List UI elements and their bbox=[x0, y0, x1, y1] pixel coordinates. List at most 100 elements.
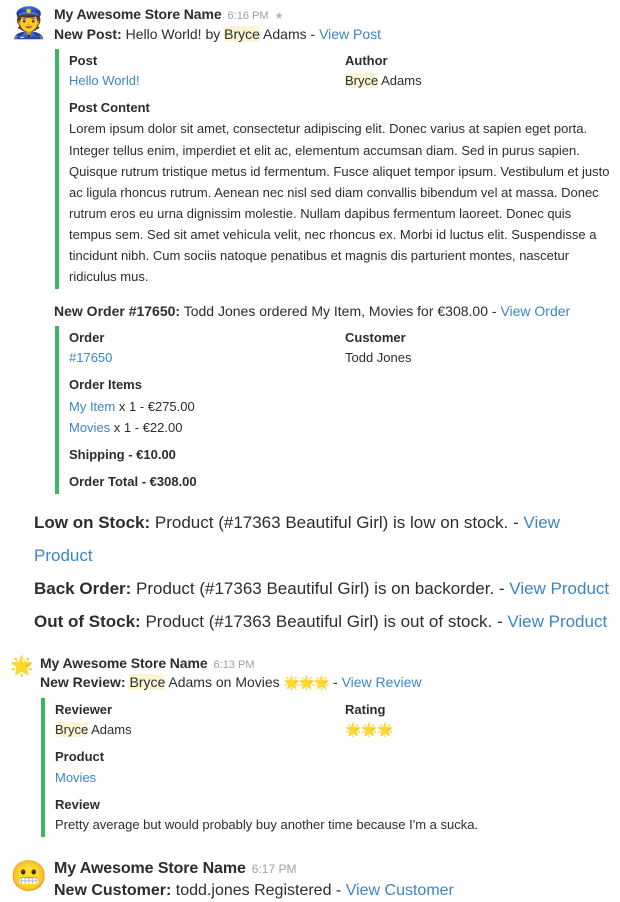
order-items-block: Order Items My Item x 1 - €275.00 Movies… bbox=[69, 375, 610, 492]
post-field-author: Author Bryce Adams bbox=[345, 51, 610, 91]
post-author-highlight: Bryce bbox=[224, 26, 260, 42]
post-headline-text-after: Adams - bbox=[260, 26, 319, 42]
order-fields-row: Order #17650 Customer Todd Jones bbox=[69, 328, 610, 368]
order-item-qty-price: x 1 - €275.00 bbox=[115, 399, 195, 414]
view-post-link[interactable]: View Post bbox=[319, 26, 381, 42]
customer-header: My Awesome Store Name 6:17 PM bbox=[54, 859, 610, 879]
message-body: My Awesome Store Name 6:16 PM ★ New Post… bbox=[54, 6, 610, 494]
notice-low-on-stock: Low on Stock: Product (#17363 Beautiful … bbox=[34, 506, 610, 572]
post-field-post: Post Hello World! bbox=[69, 51, 345, 91]
order-item-qty-price: x 1 - €22.00 bbox=[110, 420, 182, 435]
post-fields-row: Post Hello World! Author Bryce Adams bbox=[69, 51, 610, 91]
post-attachment: Post Hello World! Author Bryce Adams Pos… bbox=[55, 49, 610, 289]
notice-back-order: Back Order: Product (#17363 Beautiful Gi… bbox=[34, 572, 610, 605]
post-headline-text: Hello World! by bbox=[122, 26, 224, 42]
order-total: Order Total - €308.00 bbox=[69, 472, 610, 492]
timestamp: 6:13 PM bbox=[214, 659, 255, 673]
reviewer-name-highlight: Bryce bbox=[55, 722, 88, 737]
review-product-link[interactable]: Movies bbox=[55, 768, 610, 788]
police-officer-emoji: 👮 bbox=[10, 6, 46, 42]
view-review-link[interactable]: View Review bbox=[342, 674, 422, 690]
timestamp: 6:17 PM bbox=[252, 862, 297, 877]
reviewer-highlight: Bryce bbox=[129, 674, 165, 690]
review-headline-text-after: - bbox=[329, 674, 341, 690]
post-field-value-link[interactable]: Hello World! bbox=[69, 71, 345, 91]
author-rest: Adams bbox=[378, 73, 421, 88]
post-field-label: Post bbox=[69, 51, 345, 71]
stock-notices: Low on Stock: Product (#17363 Beautiful … bbox=[0, 494, 620, 641]
order-item-link[interactable]: My Item bbox=[69, 399, 115, 414]
reviewer-value: Bryce Adams bbox=[55, 720, 345, 740]
timestamp: 6:16 PM bbox=[228, 10, 269, 24]
notice-label: Out of Stock: bbox=[34, 612, 141, 631]
post-content-block: Post Content Lorem ipsum dolor sit amet,… bbox=[69, 98, 610, 287]
review-field-reviewer: Reviewer Bryce Adams bbox=[55, 700, 345, 740]
notice-text: Product (#17363 Beautiful Girl) is out o… bbox=[141, 612, 508, 631]
message-header: My Awesome Store Name 6:16 PM ★ bbox=[54, 6, 610, 24]
author-highlight: Bryce bbox=[345, 73, 378, 88]
notice-label: Low on Stock: bbox=[34, 513, 150, 532]
star-icon[interactable]: ★ bbox=[275, 12, 284, 22]
message-new-customer: 😬 My Awesome Store Name 6:17 PM New Cust… bbox=[0, 857, 620, 902]
author-field-value: Bryce Adams bbox=[345, 71, 610, 91]
notice-text: Product (#17363 Beautiful Girl) is on ba… bbox=[131, 579, 509, 598]
review-body: My Awesome Store Name 6:13 PM New Review… bbox=[40, 655, 610, 837]
order-item-link[interactable]: Movies bbox=[69, 420, 110, 435]
notice-label: Back Order: bbox=[34, 579, 131, 598]
review-field-rating: Rating 🌟🌟🌟 bbox=[345, 700, 610, 740]
customer-headline: New Customer: todd.jones Registered - Vi… bbox=[54, 879, 610, 902]
notice-text: Product (#17363 Beautiful Girl) is low o… bbox=[150, 513, 523, 532]
customer-body: My Awesome Store Name 6:17 PM New Custom… bbox=[54, 859, 610, 902]
post-content-paragraph: Lorem ipsum dolor sit amet, consectetur … bbox=[69, 118, 610, 286]
order-shipping: Shipping - €10.00 bbox=[69, 445, 610, 465]
notification-feed: 👮 My Awesome Store Name 6:16 PM ★ New Po… bbox=[0, 0, 620, 902]
customer-headline-text: todd.jones Registered - bbox=[171, 882, 345, 899]
glowing-star-emoji: 🌟 bbox=[10, 655, 34, 679]
review-header: My Awesome Store Name 6:13 PM bbox=[40, 655, 610, 673]
post-headline: New Post: Hello World! by Bryce Adams - … bbox=[54, 24, 610, 44]
review-headline-text: Adams on Movies bbox=[165, 674, 283, 690]
customer-headline-label: New Customer: bbox=[54, 882, 171, 899]
view-product-link[interactable]: View Product bbox=[507, 612, 607, 631]
customer-field-value: Todd Jones bbox=[345, 348, 610, 368]
post-headline-label: New Post: bbox=[54, 26, 122, 42]
order-headline-text: Todd Jones ordered My Item, Movies for €… bbox=[180, 303, 500, 319]
reviewer-label: Reviewer bbox=[55, 700, 345, 720]
order-attachment: Order #17650 Customer Todd Jones Order I… bbox=[55, 326, 610, 494]
post-content-label: Post Content bbox=[69, 98, 610, 118]
message-new-review: 🌟 My Awesome Store Name 6:13 PM New Revi… bbox=[0, 653, 620, 837]
review-text-value: Pretty average but would probably buy an… bbox=[55, 815, 610, 835]
view-order-link[interactable]: View Order bbox=[500, 303, 570, 319]
rating-stars-icon: 🌟🌟🌟 bbox=[345, 720, 610, 740]
customer-field-label: Customer bbox=[345, 328, 610, 348]
review-text-label: Review bbox=[55, 795, 610, 815]
rating-stars-icon: 🌟🌟🌟 bbox=[284, 675, 330, 690]
author-name: My Awesome Store Name bbox=[54, 859, 246, 879]
review-headline-label: New Review: bbox=[40, 674, 126, 690]
review-attachment: Reviewer Bryce Adams Rating 🌟🌟🌟 Product … bbox=[41, 698, 610, 837]
order-items-label: Order Items bbox=[69, 375, 610, 395]
notice-out-of-stock: Out of Stock: Product (#17363 Beautiful … bbox=[34, 605, 610, 638]
review-product-block: Product Movies bbox=[55, 747, 610, 787]
order-field-order: Order #17650 bbox=[69, 328, 345, 368]
order-item-row: My Item x 1 - €275.00 bbox=[69, 396, 610, 417]
author-name: My Awesome Store Name bbox=[54, 6, 222, 24]
view-customer-link[interactable]: View Customer bbox=[346, 882, 454, 899]
view-product-link[interactable]: View Product bbox=[509, 579, 609, 598]
review-product-label: Product bbox=[55, 747, 610, 767]
message-new-post: 👮 My Awesome Store Name 6:16 PM ★ New Po… bbox=[0, 4, 620, 494]
reviewer-name-rest: Adams bbox=[88, 722, 131, 737]
author-field-label: Author bbox=[345, 51, 610, 71]
rating-label: Rating bbox=[345, 700, 610, 720]
order-field-customer: Customer Todd Jones bbox=[345, 328, 610, 368]
review-headline: New Review: Bryce Adams on Movies 🌟🌟🌟 - … bbox=[40, 672, 610, 693]
order-headline: New Order #17650: Todd Jones ordered My … bbox=[54, 301, 610, 321]
order-field-label: Order bbox=[69, 328, 345, 348]
author-name: My Awesome Store Name bbox=[40, 655, 208, 673]
review-text-block: Review Pretty average but would probably… bbox=[55, 795, 610, 835]
order-item-row: Movies x 1 - €22.00 bbox=[69, 417, 610, 438]
grimacing-face-emoji: 😬 bbox=[10, 859, 46, 895]
order-headline-label: New Order #17650: bbox=[54, 303, 180, 319]
review-fields-row: Reviewer Bryce Adams Rating 🌟🌟🌟 bbox=[55, 700, 610, 740]
order-number-link[interactable]: #17650 bbox=[69, 348, 345, 368]
